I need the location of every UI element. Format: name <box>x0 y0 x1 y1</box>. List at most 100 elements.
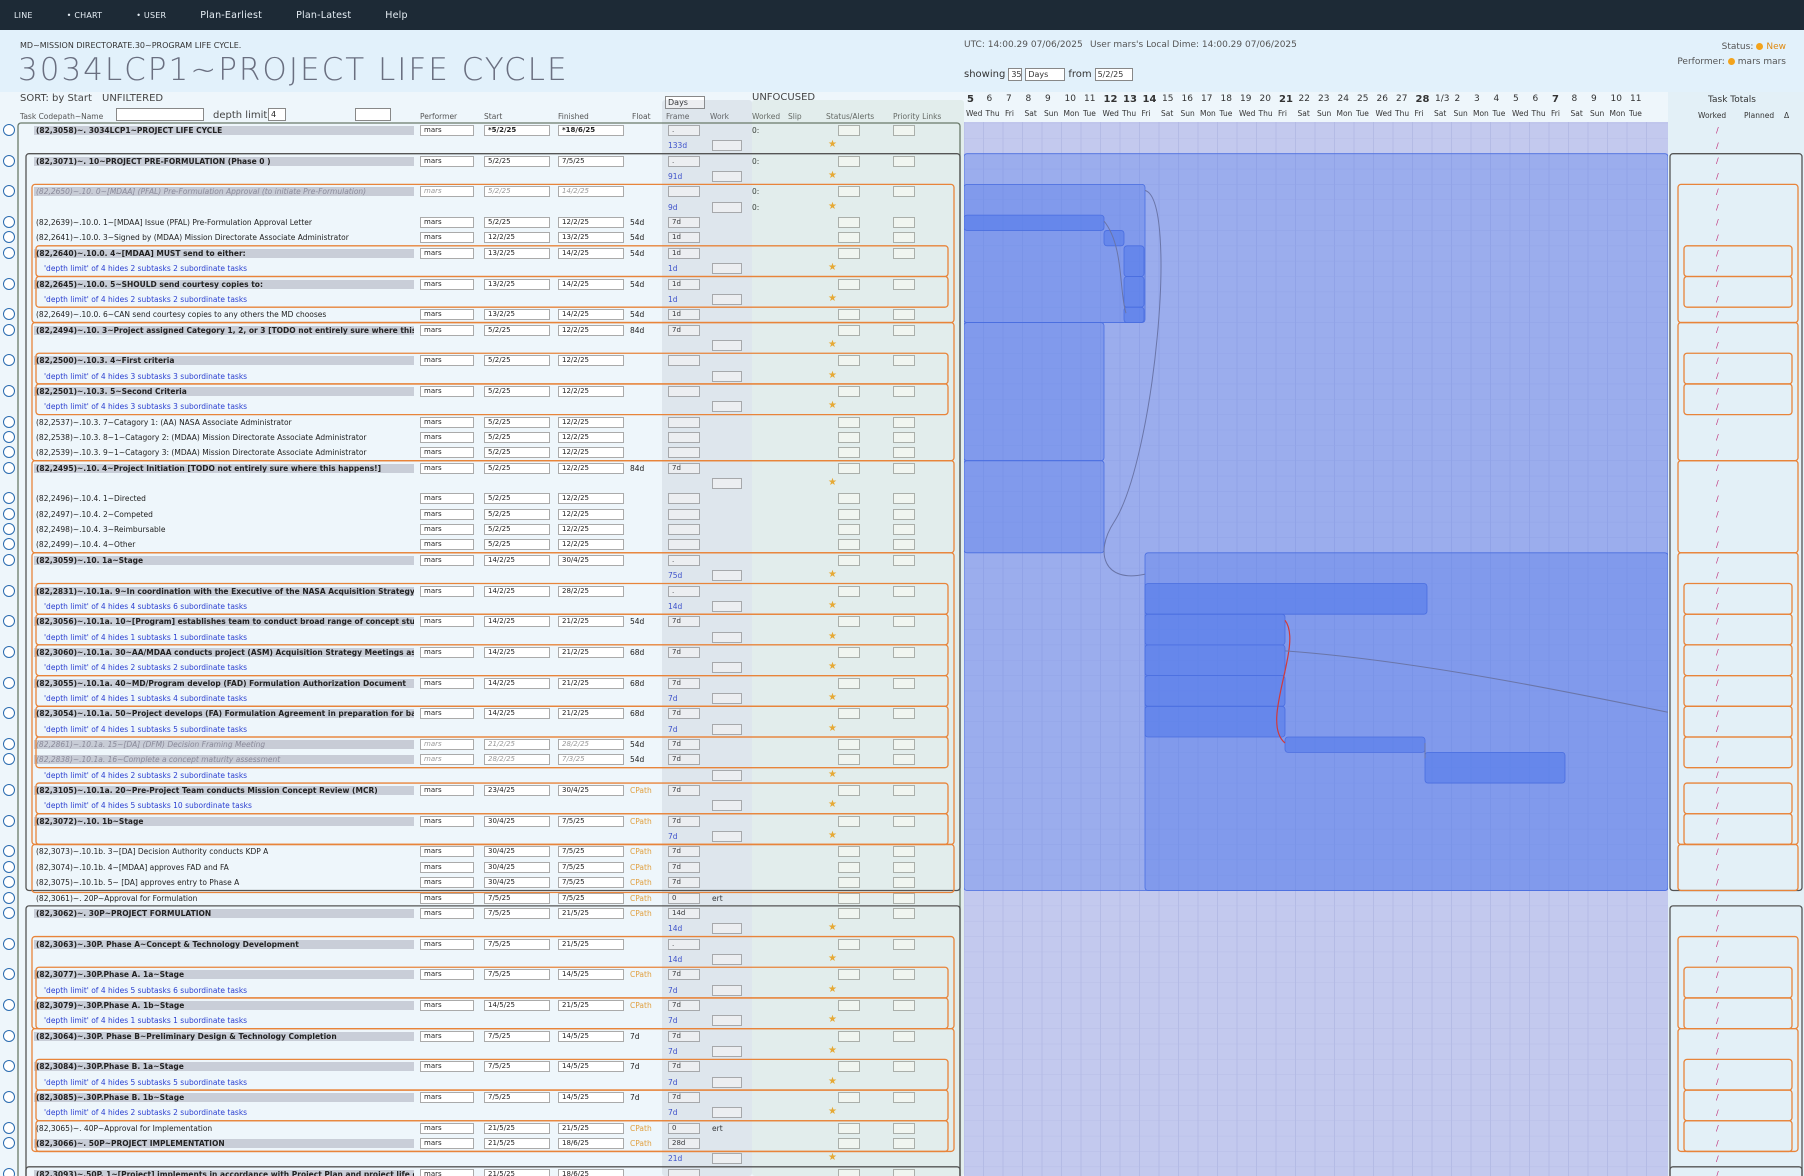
start-field[interactable]: 13/2/25 <box>484 309 550 321</box>
work-field[interactable] <box>712 1046 742 1057</box>
performer-field[interactable]: mars <box>420 785 474 797</box>
nav-item-1[interactable]: • CHART <box>67 11 103 20</box>
finished-field[interactable]: *18/6/25 <box>558 125 624 136</box>
start-field[interactable]: 14/2/25 <box>484 585 550 597</box>
task-name[interactable]: (82,2538)~.10.3. 8~1~Catagory 2: (MDAA) … <box>34 433 414 442</box>
frame-field[interactable]: 0 <box>668 1122 700 1134</box>
performer-field[interactable]: mars <box>420 585 474 597</box>
frame-field[interactable]: 7d <box>668 1061 700 1073</box>
task-name[interactable]: (82,2494)~.10. 3~Project assigned Catego… <box>34 325 414 335</box>
finished-field[interactable]: 12/2/25 <box>558 462 624 474</box>
performer-field[interactable]: mars <box>420 554 474 566</box>
status-select[interactable] <box>838 754 860 766</box>
work-field[interactable] <box>712 800 742 812</box>
gantt-bar[interactable] <box>1103 230 1125 247</box>
performer-field[interactable]: mars <box>420 739 474 750</box>
status-select[interactable] <box>838 355 860 367</box>
task-name[interactable]: (82,2501)~.10.3. 5~Second Criteria <box>34 386 414 396</box>
row-select-radio[interactable] <box>3 277 15 290</box>
start-field[interactable]: 5/2/25 <box>484 324 550 336</box>
col-performer[interactable]: Performer <box>420 112 457 121</box>
frame-field[interactable]: 0 <box>668 892 700 904</box>
performer-field[interactable]: mars <box>420 385 474 397</box>
task-name[interactable]: (82,3074)~.10.1b. 4~[MDAA] approves FAD … <box>34 863 414 872</box>
col-status[interactable]: Status/Alerts <box>826 112 874 121</box>
start-field[interactable]: 7/5/25 <box>484 969 550 981</box>
row-select-radio[interactable] <box>3 937 15 950</box>
frame-field[interactable] <box>668 493 700 505</box>
sort-label[interactable]: SORT: by Start <box>20 93 92 104</box>
status-select[interactable] <box>838 309 860 321</box>
priority-select[interactable] <box>893 861 915 873</box>
row-select-radio[interactable] <box>3 492 15 505</box>
performer-field[interactable]: mars <box>420 217 474 229</box>
start-field[interactable]: 5/2/25 <box>484 447 550 459</box>
frame-field[interactable] <box>668 186 700 198</box>
performer-field[interactable]: mars <box>420 892 474 904</box>
start-field[interactable]: 23/4/25 <box>484 785 550 797</box>
performer-field[interactable]: mars <box>420 938 474 950</box>
frame-field[interactable]: 7d <box>668 708 700 720</box>
priority-select[interactable] <box>893 708 915 720</box>
performer-field[interactable]: mars <box>420 125 474 136</box>
status-select[interactable] <box>838 125 860 136</box>
start-field[interactable]: 5/2/25 <box>484 524 550 536</box>
showing-count-input[interactable]: 35 <box>1008 68 1023 81</box>
row-select-radio[interactable] <box>3 461 15 474</box>
row-select-radio[interactable] <box>3 584 15 597</box>
finished-field[interactable]: 21/5/25 <box>558 999 624 1011</box>
finished-field[interactable]: 12/2/25 <box>558 447 624 459</box>
start-field[interactable]: 21/5/25 <box>484 1168 550 1176</box>
priority-select[interactable] <box>893 754 915 766</box>
status-select[interactable] <box>838 186 860 198</box>
performer-field[interactable]: mars <box>420 815 474 827</box>
status-select[interactable] <box>838 938 860 950</box>
performer-field[interactable]: mars <box>420 186 474 198</box>
work-field[interactable] <box>712 570 742 582</box>
task-name[interactable]: (82,2649)~.10.0. 6~CAN send courtesy cop… <box>34 310 414 319</box>
gantt-bar[interactable] <box>1144 705 1286 738</box>
start-field[interactable]: 5/2/25 <box>484 217 550 229</box>
page-breadcrumb[interactable]: MD~MISSION DIRECTORATE.30~PROGRAM LIFE C… <box>20 41 241 50</box>
priority-select[interactable] <box>893 554 915 566</box>
row-select-radio[interactable] <box>3 124 15 136</box>
finished-field[interactable]: 13/2/25 <box>558 232 624 244</box>
status-select[interactable] <box>838 815 860 827</box>
row-select-radio[interactable] <box>3 676 15 689</box>
start-field[interactable]: 5/2/25 <box>484 539 550 551</box>
frame-field[interactable]: 7d <box>668 217 700 229</box>
task-name[interactable]: (82,2645)~.10.0. 5~SHOULD send courtesy … <box>34 279 414 289</box>
priority-select[interactable] <box>893 324 915 336</box>
finished-field[interactable]: 28/2/25 <box>558 585 624 597</box>
start-field[interactable]: 7/5/25 <box>484 938 550 950</box>
row-select-radio[interactable] <box>3 415 15 428</box>
row-select-radio[interactable] <box>3 308 15 321</box>
status-select[interactable] <box>838 508 860 520</box>
performer-field[interactable]: mars <box>420 232 474 244</box>
priority-select[interactable] <box>893 309 915 321</box>
priority-select[interactable] <box>893 846 915 858</box>
frame-field[interactable]: 1d <box>668 232 700 244</box>
start-field[interactable]: 14/2/25 <box>484 616 550 628</box>
start-field[interactable]: 21/5/25 <box>484 1122 550 1134</box>
priority-select[interactable] <box>893 278 915 290</box>
start-field[interactable]: 13/2/25 <box>484 247 550 259</box>
row-select-radio[interactable] <box>3 906 15 919</box>
row-select-radio[interactable] <box>3 707 15 720</box>
frame-field[interactable] <box>668 1168 700 1176</box>
gantt-bar[interactable] <box>1123 276 1145 308</box>
name-filter-input[interactable] <box>116 108 204 121</box>
task-name[interactable]: (82,3075)~.10.1b. 5~ [DA] approves entry… <box>34 878 414 887</box>
priority-select[interactable] <box>893 907 915 919</box>
gantt-bar[interactable] <box>964 460 1105 554</box>
start-field[interactable]: 14/2/25 <box>484 646 550 658</box>
col-start[interactable]: Start <box>484 112 502 121</box>
frame-field[interactable]: 7d <box>668 677 700 689</box>
priority-select[interactable] <box>893 508 915 520</box>
finished-field[interactable]: 12/2/25 <box>558 324 624 336</box>
priority-select[interactable] <box>893 539 915 551</box>
task-name[interactable]: (82,2838)~.10.1a. 16~Complete a concept … <box>34 755 414 765</box>
row-select-radio[interactable] <box>3 1167 15 1176</box>
gantt-bar[interactable] <box>964 214 1105 231</box>
performer-field[interactable]: mars <box>420 1138 474 1150</box>
